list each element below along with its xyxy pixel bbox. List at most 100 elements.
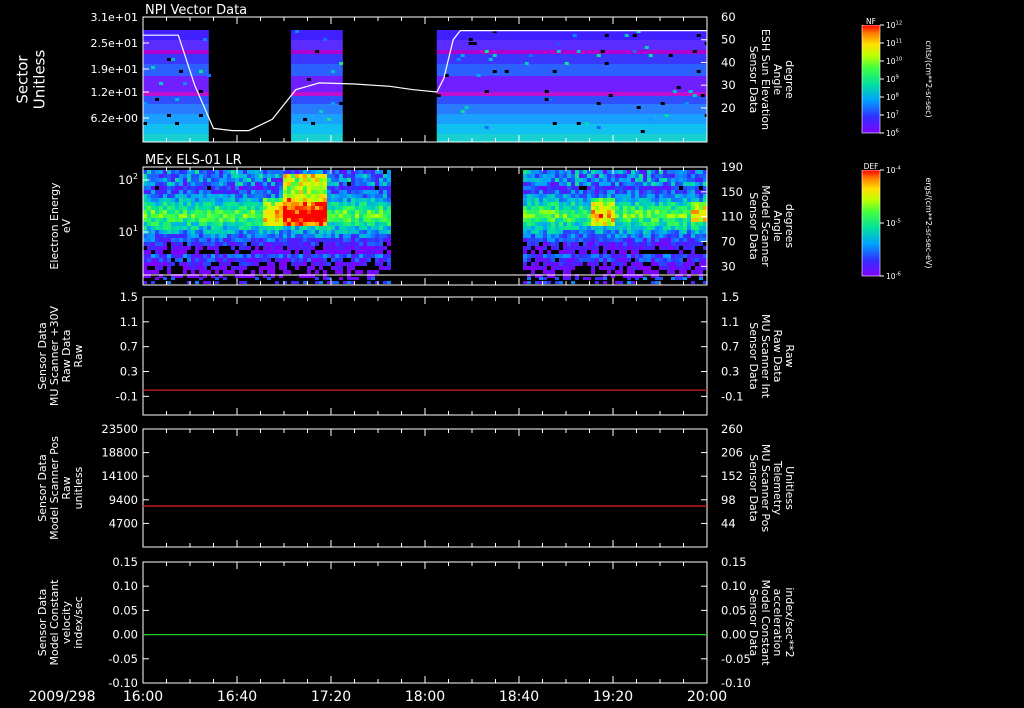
spectrogram-pixel — [255, 178, 259, 182]
spectrogram-pixel — [551, 174, 555, 178]
spectrogram-pixel — [323, 277, 327, 280]
spectrogram-pixel — [627, 258, 631, 262]
spectrogram-pixel — [347, 198, 351, 202]
spectrogram-pixel — [319, 174, 323, 178]
spectrogram-pixel — [383, 226, 387, 230]
colorbar-tick-label: 10-6 — [886, 272, 901, 281]
spectrogram-pixel — [703, 254, 707, 258]
spectrogram-pixel — [287, 234, 291, 238]
spectrogram-pixel — [163, 246, 167, 250]
spectrogram-pixel — [535, 214, 539, 218]
spectrogram-pixel — [171, 58, 175, 61]
spectrogram-pixel — [643, 226, 647, 230]
spectrogram-pixel — [647, 182, 651, 186]
spectrogram-pixel — [627, 194, 631, 198]
spectrogram-pixel — [607, 226, 611, 230]
spectrogram-pixel — [547, 230, 551, 234]
spectrogram-pixel — [291, 281, 295, 284]
spectrogram-pixel — [219, 198, 223, 202]
spectrogram-pixel — [231, 170, 235, 174]
spectrogram-pixel — [595, 230, 599, 234]
spectrogram-pixel — [667, 214, 671, 218]
spectrogram-pixel — [559, 230, 563, 234]
spectrogram-pixel — [191, 238, 195, 242]
spectrogram-pixel — [243, 254, 247, 258]
spectrogram-pixel — [183, 222, 187, 226]
spectrogram-pixel — [687, 190, 691, 194]
spectrogram-pixel — [591, 262, 595, 266]
colorbar-label: DEF — [864, 162, 879, 171]
spectrogram-pixel — [523, 202, 527, 206]
spectrogram-pixel — [671, 198, 675, 202]
spectrogram-band — [143, 54, 209, 64]
spectrogram-pixel — [531, 182, 535, 186]
spectrogram-pixel — [623, 226, 627, 230]
spectrogram-pixel — [167, 206, 171, 210]
spectrogram-pixel — [255, 214, 259, 218]
spectrogram-pixel — [199, 178, 203, 182]
spectrogram-pixel — [675, 218, 679, 222]
spectrogram-pixel — [331, 218, 335, 222]
spectrogram-pixel — [191, 258, 195, 262]
spectrogram-band — [436, 40, 707, 50]
spectrogram-pixel — [683, 198, 687, 202]
spectrogram-pixel — [231, 246, 235, 250]
spectrogram-pixel — [343, 218, 347, 222]
spectrogram-pixel — [615, 258, 619, 262]
spectrogram-pixel — [675, 230, 679, 234]
spectrogram-pixel — [535, 218, 539, 222]
spectrogram-pixel — [295, 254, 299, 258]
spectrogram-pixel — [211, 178, 215, 182]
spectrogram-pixel — [151, 206, 155, 210]
spectrogram-pixel — [231, 194, 235, 198]
spectrogram-pixel — [311, 178, 315, 182]
spectrogram-pixel — [155, 242, 159, 246]
spectrogram-pixel — [563, 250, 567, 254]
y2-tick-label: -0.10 — [721, 676, 751, 690]
spectrogram-pixel — [595, 198, 599, 202]
spectrogram-pixel — [671, 178, 675, 182]
spectrogram-pixel — [531, 218, 535, 222]
spectrogram-pixel — [199, 218, 203, 222]
spectrogram-pixel — [195, 266, 199, 270]
spectrogram-pixel — [539, 178, 543, 182]
spectrogram-pixel — [307, 202, 311, 206]
y2-tick-label: 98 — [721, 493, 736, 507]
spectrogram-pixel — [363, 250, 367, 254]
spectrogram-pixel — [283, 202, 287, 206]
spectrogram-pixel — [187, 262, 191, 266]
spectrogram-pixel — [583, 246, 587, 250]
spectrogram-pixel — [547, 190, 551, 194]
spectrogram-pixel — [211, 210, 215, 214]
spectrogram-pixel — [543, 206, 547, 210]
spectrogram-pixel — [299, 222, 303, 226]
spectrogram-pixel — [215, 218, 219, 222]
spectrogram-pixel — [559, 222, 563, 226]
spectrogram-pixel — [375, 178, 379, 182]
spectrogram-pixel — [355, 254, 359, 258]
spectrogram-pixel — [615, 270, 619, 274]
spectrogram-pixel — [575, 238, 579, 242]
spectrogram-pixel — [575, 206, 579, 210]
spectrogram-pixel — [155, 277, 159, 280]
spectrogram-pixel — [143, 210, 147, 214]
spectrogram-pixel — [687, 174, 691, 178]
spectrogram-pixel — [379, 170, 383, 174]
spectrogram-pixel — [579, 214, 583, 218]
spectrogram-pixel — [651, 270, 655, 274]
spectrogram-pixel — [527, 174, 531, 178]
spectrogram-pixel — [171, 230, 175, 234]
spectrogram-pixel — [663, 182, 667, 186]
spectrogram-pixel — [639, 210, 643, 214]
spectrogram-pixel — [683, 202, 687, 206]
spectrogram-pixel — [339, 170, 343, 174]
spectrogram-pixel — [207, 178, 211, 182]
spectrogram-pixel — [387, 198, 391, 202]
spectrogram-pixel — [311, 238, 315, 242]
spectrogram-pixel — [227, 202, 231, 206]
spectrogram-pixel — [323, 246, 327, 250]
spectrogram-pixel — [663, 254, 667, 258]
spectrogram-pixel — [535, 198, 539, 202]
spectrogram-pixel — [299, 234, 303, 238]
spectrogram-pixel — [147, 242, 151, 246]
